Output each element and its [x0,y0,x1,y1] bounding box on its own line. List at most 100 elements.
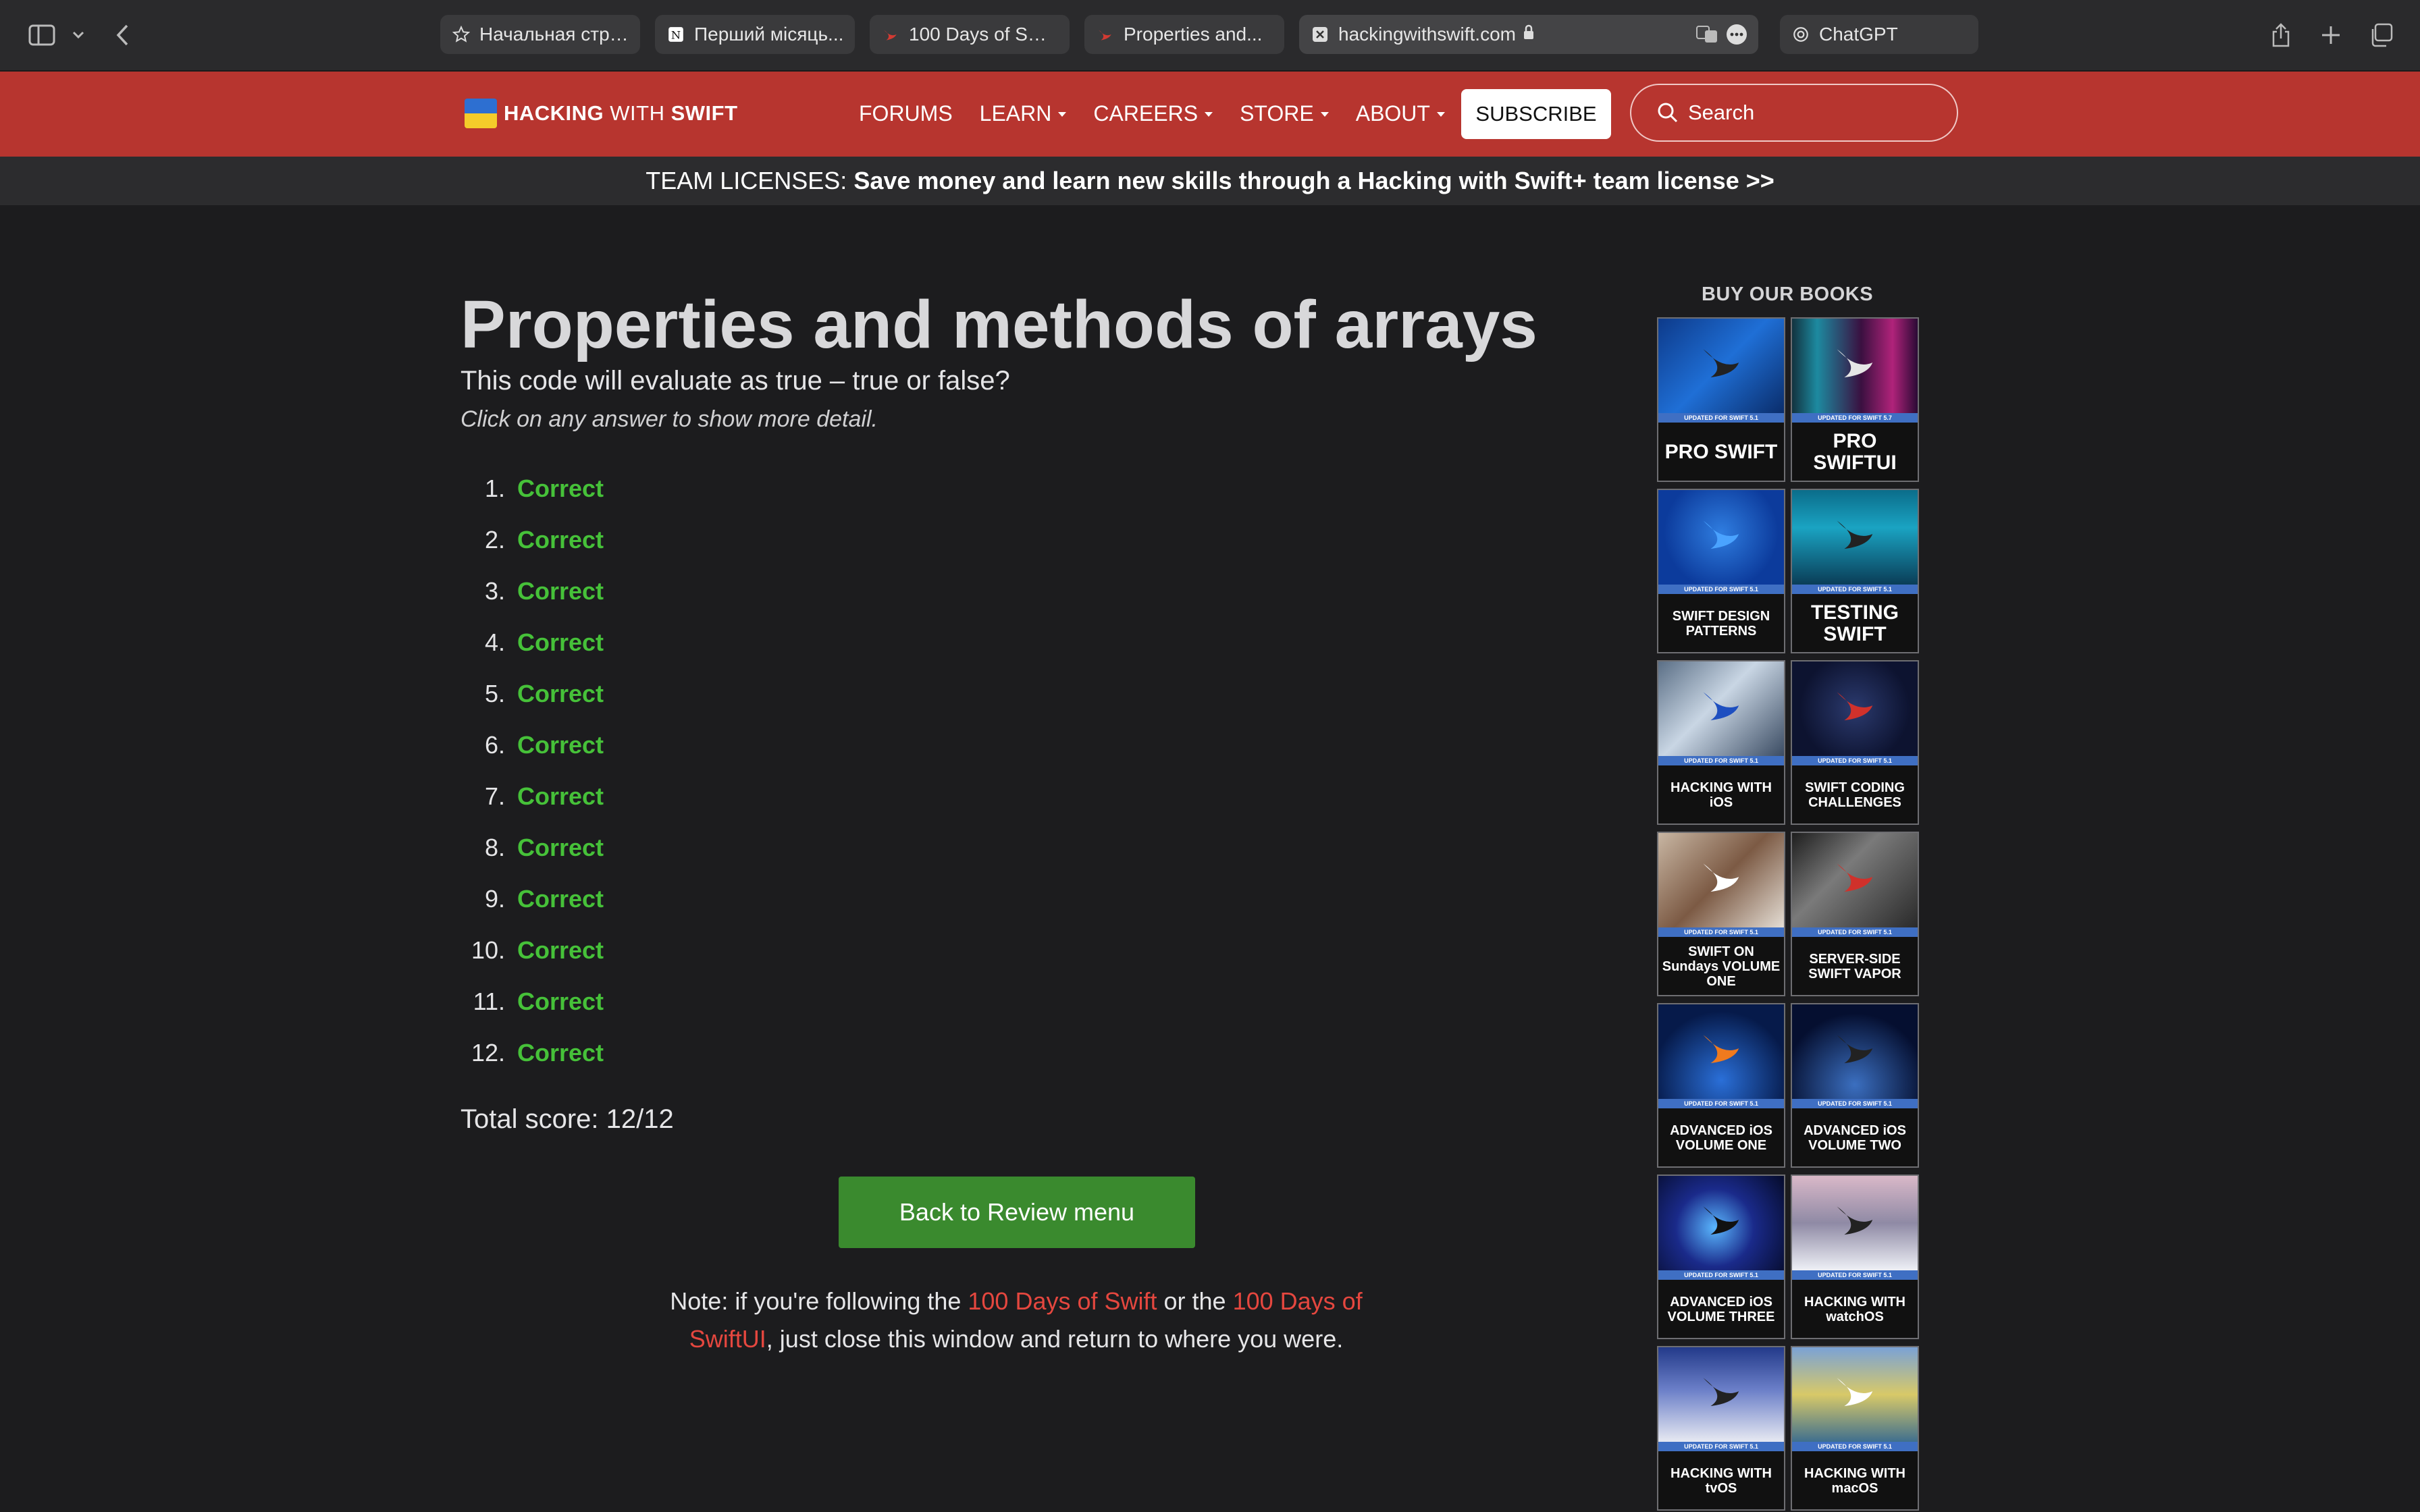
main-nav: FORUMS LEARN CAREERS STORE ABOUT [859,101,1472,126]
search-input[interactable]: Search [1630,84,1958,142]
swift-bird-icon [1837,520,1873,549]
answer-number: 9. [484,885,505,913]
answer-result[interactable]: Correct [517,628,604,657]
swift-bird-icon [1703,1035,1739,1064]
answer-result[interactable]: Correct [517,680,604,708]
answer-result[interactable]: Correct [517,988,604,1016]
list-item: 12. Correct [461,1027,604,1079]
book-strip: UPDATED FOR SWIFT 5.1 [1658,756,1784,765]
list-item: 4. Correct [461,617,604,668]
nav-careers[interactable]: CAREERS [1093,101,1213,126]
answer-result[interactable]: Correct [517,475,604,503]
subscribe-button[interactable]: SUBSCRIBE [1461,89,1611,139]
book-cover[interactable]: UPDATED FOR SWIFT 5.1 ADVANCED iOS VOLUME… [1657,1174,1785,1339]
book-strip: UPDATED FOR SWIFT 5.1 [1792,756,1918,765]
book-title: HACKING WITH macOS [1804,1466,1905,1496]
book-cover[interactable]: UPDATED FOR SWIFT 5.1 HACKING WITH macOS [1791,1346,1919,1511]
answer-result[interactable]: Correct [517,577,604,605]
caret-down-icon [1320,112,1329,117]
book-cover[interactable]: UPDATED FOR SWIFT 5.1 ADVANCED iOS VOLUME… [1791,1003,1919,1168]
search-icon [1657,102,1679,124]
swift-bird-icon [1703,349,1739,378]
list-item: 8. Correct [461,822,604,873]
site-logo[interactable]: HACKING WITH SWIFT [465,99,738,128]
book-strip: UPDATED FOR SWIFT 5.1 [1658,927,1784,937]
hint-text: Click on any answer to show more detail. [461,406,878,432]
swift-bird-icon [1837,692,1873,721]
translate-icon[interactable] [1696,24,1719,49]
book-cover[interactable]: UPDATED FOR SWIFT 5.1 SWIFT ON Sundays VO… [1657,832,1785,996]
book-strip: UPDATED FOR SWIFT 5.1 [1792,1442,1918,1451]
more-icon[interactable] [1726,24,1747,50]
back-to-review-button[interactable]: Back to Review menu [839,1177,1195,1248]
note-text: Note: if you're following the 100 Days o… [670,1287,1363,1353]
address-bar[interactable]: hackingwithswift.com [1299,15,1758,54]
book-cover[interactable]: UPDATED FOR SWIFT 5.7 PRO SWIFTUI [1791,317,1919,482]
browser-tab[interactable]: ChatGPT [1780,15,1978,54]
answer-result[interactable]: Correct [517,936,604,965]
book-cover[interactable]: UPDATED FOR SWIFT 5.1 PRO SWIFT [1657,317,1785,482]
answer-number: 1. [484,475,505,502]
nav-store[interactable]: STORE [1240,101,1329,126]
list-item: 11. Correct [461,976,604,1027]
share-icon[interactable] [2263,18,2298,53]
book-title: ADVANCED iOS VOLUME TWO [1804,1123,1906,1153]
book-cover[interactable]: UPDATED FOR SWIFT 5.1 HACKING WITH watchO… [1791,1174,1919,1339]
book-strip: UPDATED FOR SWIFT 5.1 [1792,585,1918,594]
answer-number: 11. [473,988,505,1015]
caret-down-icon [1205,112,1213,117]
book-strip: UPDATED FOR SWIFT 5.1 [1792,1099,1918,1108]
chevron-down-icon[interactable] [61,18,96,53]
answer-result[interactable]: Correct [517,1039,604,1067]
book-strip: UPDATED FOR SWIFT 5.1 [1658,1270,1784,1280]
back-arrow-icon[interactable] [105,18,140,53]
book-cover[interactable]: UPDATED FOR SWIFT 5.1 SWIFT DESIGN PATTER… [1657,489,1785,653]
answer-result[interactable]: Correct [517,834,604,862]
book-cover[interactable]: UPDATED FOR SWIFT 5.1 TESTING SWIFT [1791,489,1919,653]
answer-number: 7. [484,782,505,810]
sidebar-toggle-icon[interactable] [24,18,59,53]
answer-result[interactable]: Correct [517,731,604,759]
answer-result[interactable]: Correct [517,885,604,913]
book-strip: UPDATED FOR SWIFT 5.1 [1658,1099,1784,1108]
books-heading: BUY OUR BOOKS [1701,284,1874,305]
new-tab-icon[interactable] [2313,18,2348,53]
book-strip: UPDATED FOR SWIFT 5.1 [1792,927,1918,937]
site-header: HACKING WITH SWIFT FORUMS LEARN CAREERS … [0,72,2420,157]
total-score: Total score: 12/12 [461,1104,674,1134]
answer-number: 12. [471,1039,505,1066]
star-icon [452,26,470,43]
book-cover[interactable]: UPDATED FOR SWIFT 5.1 HACKING WITH iOS [1657,660,1785,825]
list-item: 1. Correct [461,463,604,514]
answer-result[interactable]: Correct [517,526,604,554]
nav-forums[interactable]: FORUMS [859,101,953,126]
swift-bird-icon [1837,863,1873,892]
book-title: SERVER-SIDE SWIFT VAPOR [1808,952,1901,981]
browser-tab[interactable]: Properties and... [1084,15,1284,54]
nav-about[interactable]: ABOUT [1356,101,1445,126]
caret-down-icon [1058,112,1067,117]
book-cover[interactable]: UPDATED FOR SWIFT 5.1 ADVANCED iOS VOLUME… [1657,1003,1785,1168]
tab-overview-icon[interactable] [2363,18,2398,53]
answer-result[interactable]: Correct [517,782,604,811]
nav-learn[interactable]: LEARN [980,101,1067,126]
close-icon[interactable] [1311,26,1329,43]
book-cover[interactable]: UPDATED FOR SWIFT 5.1 SWIFT CODING CHALLE… [1791,660,1919,825]
book-cover[interactable]: UPDATED FOR SWIFT 5.1 SERVER-SIDE SWIFT V… [1791,832,1919,996]
list-item: 9. Correct [461,873,604,925]
book-title: ADVANCED iOS VOLUME ONE [1670,1123,1772,1153]
list-item: 7. Correct [461,771,604,822]
tab-label: Перший місяць... [694,24,844,45]
browser-tab[interactable]: 100 Days of Swi... [870,15,1070,54]
promo-banner[interactable]: TEAM LICENSES: Save money and learn new … [0,157,2420,205]
link-100-days-swift[interactable]: 100 Days of Swift [968,1287,1157,1315]
promo-link[interactable]: Save money and learn new skills through … [853,167,1774,195]
answer-number: 3. [484,577,505,605]
book-title: SWIFT CODING CHALLENGES [1805,780,1905,810]
browser-tab[interactable]: N Перший місяць... [655,15,855,54]
browser-tab[interactable]: Начальная стра... [440,15,640,54]
book-cover[interactable]: UPDATED FOR SWIFT 5.1 HACKING WITH tvOS [1657,1346,1785,1511]
book-strip: UPDATED FOR SWIFT 5.7 [1792,413,1918,423]
book-strip: UPDATED FOR SWIFT 5.1 [1658,1442,1784,1451]
book-title: ADVANCED iOS VOLUME THREE [1667,1295,1775,1324]
